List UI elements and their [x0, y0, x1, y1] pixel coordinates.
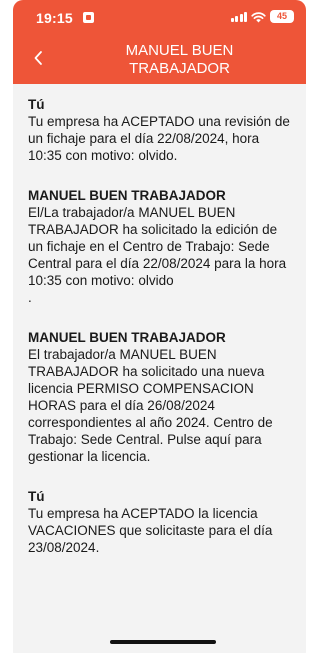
back-button[interactable] — [27, 46, 49, 70]
home-indicator[interactable] — [110, 640, 216, 644]
message-sender: Tú — [28, 489, 45, 504]
status-time: 19:15 — [36, 10, 73, 26]
page-title: MANUEL BUEN TRABAJADOR — [125, 42, 234, 77]
message-body: Tu empresa ha ACEPTADO una revisión de u… — [28, 114, 290, 163]
message-item: Tú Tu empresa ha ACEPTADO la licencia VA… — [28, 488, 294, 556]
message-item: Tú Tu empresa ha ACEPTADO una revisión d… — [28, 96, 294, 164]
message-body[interactable]: El trabajador/a MANUEL BUEN TRABAJADOR h… — [28, 346, 294, 465]
phone-screen: 19:15 45 MANUEL BUEN TRABAJADOR Tú Tu em… — [0, 0, 319, 653]
message-list: Tú Tu empresa ha ACEPTADO una revisión d… — [13, 84, 306, 653]
battery-icon: 45 — [270, 10, 294, 23]
message-body: Tu empresa ha ACEPTADO la licencia VACAC… — [28, 506, 273, 555]
message-sender: Tú — [28, 97, 45, 112]
wifi-icon — [251, 11, 266, 22]
message-sender: MANUEL BUEN TRABAJADOR — [28, 188, 226, 203]
message-item[interactable]: MANUEL BUEN TRABAJADOR El trabajador/a M… — [28, 329, 294, 465]
signal-icon — [230, 11, 247, 22]
sim-icon — [83, 12, 94, 23]
chevron-left-icon — [34, 51, 42, 65]
message-sender: MANUEL BUEN TRABAJADOR — [28, 330, 226, 345]
message-item: MANUEL BUEN TRABAJADOR El/La trabajador/… — [28, 187, 294, 306]
app-header: 19:15 45 MANUEL BUEN TRABAJADOR — [13, 0, 306, 84]
status-icons: 45 — [230, 10, 294, 23]
message-body: El/La trabajador/a MANUEL BUEN TRABAJADO… — [28, 205, 287, 305]
